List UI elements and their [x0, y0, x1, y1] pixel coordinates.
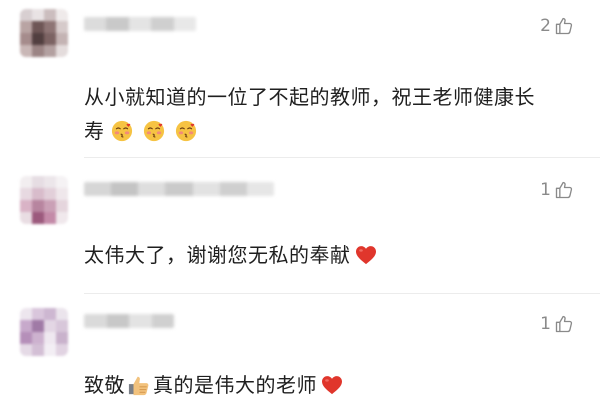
comment-text: 致敬 真的是伟大的老师 [84, 368, 584, 402]
avatar[interactable] [20, 9, 68, 57]
username[interactable] [84, 182, 274, 196]
blushing-kiss-face-emoji-icon [175, 120, 197, 142]
comment-list: 2 从小就知道的一位了不起的教师，祝王老师健康长 寿 1 太伟大了，谢谢您无私的… [0, 0, 600, 417]
red-heart-emoji-icon [322, 376, 342, 395]
comment-text-segment: 致敬 [84, 373, 125, 397]
like-count: 2 [540, 16, 551, 36]
blushing-kiss-face-emoji-icon [144, 120, 165, 142]
thumbs-up-outline-icon [555, 315, 573, 333]
comment-text-line: 寿 [84, 114, 584, 148]
comment-item: 1 太伟大了，谢谢您无私的奉献 [0, 158, 600, 294]
thumbs-up-emoji-icon [128, 376, 149, 396]
username[interactable] [84, 17, 196, 31]
comment-text: 太伟大了，谢谢您无私的奉献 [84, 238, 584, 272]
comment-item: 2 从小就知道的一位了不起的教师，祝王老师健康长 寿 [0, 0, 600, 158]
like-button[interactable]: 2 [540, 16, 574, 36]
avatar[interactable] [20, 308, 68, 356]
thumbs-up-outline-icon [555, 17, 573, 35]
comment-item: 1 致敬 真的是伟大的老师 [0, 294, 600, 417]
thumbs-up-outline-icon [555, 181, 573, 199]
comment-text-segment: 太伟大了，谢谢您无私的奉献 [84, 243, 351, 267]
comment-text: 从小就知道的一位了不起的教师，祝王老师健康长 寿 [84, 80, 584, 148]
username[interactable] [84, 314, 174, 328]
comment-text-segment: 寿 [84, 119, 105, 143]
avatar[interactable] [20, 176, 68, 224]
like-count: 1 [540, 180, 551, 200]
like-count: 1 [540, 314, 551, 334]
blushing-kiss-face-emoji-icon [112, 120, 133, 142]
like-button[interactable]: 1 [540, 180, 574, 200]
like-button[interactable]: 1 [540, 314, 574, 334]
comment-text-line: 从小就知道的一位了不起的教师，祝王老师健康长 [84, 85, 535, 109]
red-heart-emoji-icon [355, 246, 376, 265]
comment-text-segment: 真的是伟大的老师 [153, 373, 317, 397]
